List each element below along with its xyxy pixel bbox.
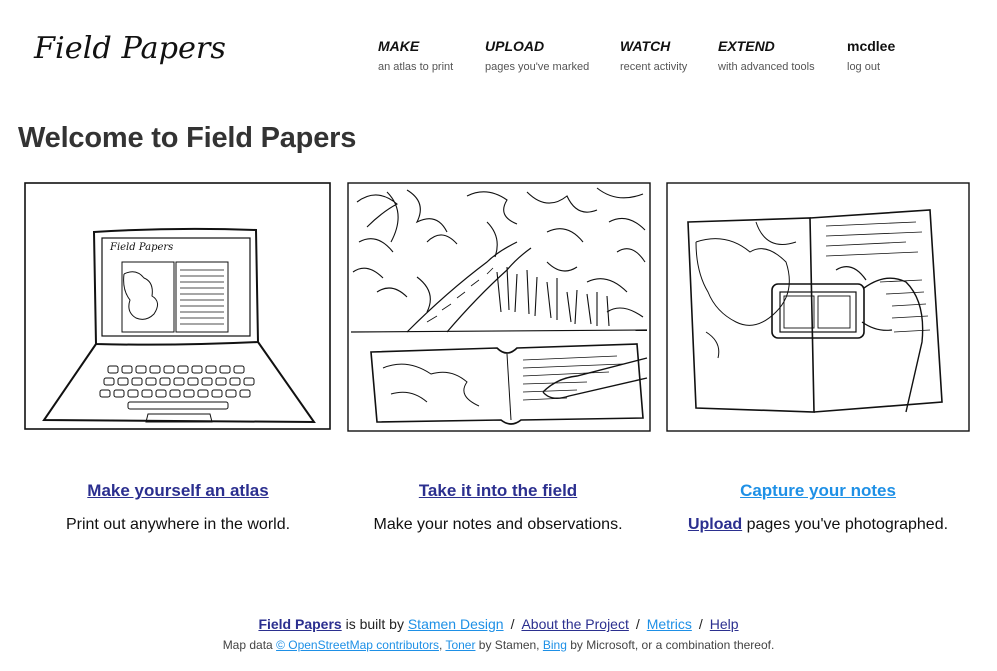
footer-separator: / [635,616,640,632]
take-into-field-link[interactable]: Take it into the field [348,481,648,501]
attribution-suffix: by Microsoft, or a combination thereof. [566,638,775,652]
attribution-by-stamen: by Stamen, [475,638,543,652]
nav-make-sub: an atlas to print [378,61,454,73]
nav-make-title: MAKE [378,38,420,54]
bing-link[interactable]: Bing [543,638,567,652]
footer-brand-link[interactable]: Field Papers [258,616,341,632]
nav-upload[interactable]: UPLOAD pages you've marked [485,38,589,74]
nav-upload-sub: pages you've marked [485,61,590,73]
map-data-prefix: Map data [222,638,277,652]
about-project-link[interactable]: About the Project [521,616,628,632]
stamen-design-link[interactable]: Stamen Design [408,616,504,632]
camera-capture-illustration [666,182,972,434]
footer-built-by: is built by [341,616,408,632]
nav-extend-title: EXTEND [718,38,775,54]
nav-watch-sub: recent activity [620,61,688,73]
nav-extend-sub: with advanced tools [718,61,815,73]
nav-extend[interactable]: EXTEND with advanced tools [718,38,815,74]
footer-separator: / [698,616,703,632]
footer-separator: / [510,616,515,632]
nav-upload-title: UPLOAD [485,38,545,54]
footer-links: Field Papers is built by Stamen Design / A… [0,616,997,632]
toner-link[interactable]: Toner [445,638,475,652]
make-atlas-desc: Print out anywhere in the world. [65,516,291,533]
nav-logout[interactable]: log out [847,60,895,74]
main-nav: MAKE an atlas to print UPLOAD pages you'… [0,38,997,78]
nav-watch-title: WATCH [620,38,671,54]
upload-link[interactable]: Upload [688,516,742,533]
metrics-link[interactable]: Metrics [647,616,692,632]
nav-username: mcdlee [847,38,896,54]
footer-attribution: Map data © OpenStreetMap contributors, T… [0,638,997,652]
field-notebook-illustration [347,182,653,434]
capture-notes-desc-text: pages you've photographed. [742,516,949,533]
nav-user[interactable]: mcdlee log out [847,38,895,74]
laptop-illustration: Field Papers [24,182,332,432]
nav-watch[interactable]: WATCH recent activity [620,38,687,74]
help-link[interactable]: Help [710,616,739,632]
capture-notes-link[interactable]: Capture your notes [668,481,968,501]
capture-notes-desc: Upload pages you've photographed. [668,516,968,534]
osm-link[interactable]: © OpenStreetMap contributors [276,638,439,652]
svg-text:Field Papers: Field Papers [109,242,173,253]
make-atlas-link[interactable]: Make yourself an atlas [28,481,328,501]
take-into-field-desc: Make your notes and observations. [373,516,623,533]
page-title: Welcome to Field Papers [18,122,357,154]
nav-make[interactable]: MAKE an atlas to print [378,38,453,74]
